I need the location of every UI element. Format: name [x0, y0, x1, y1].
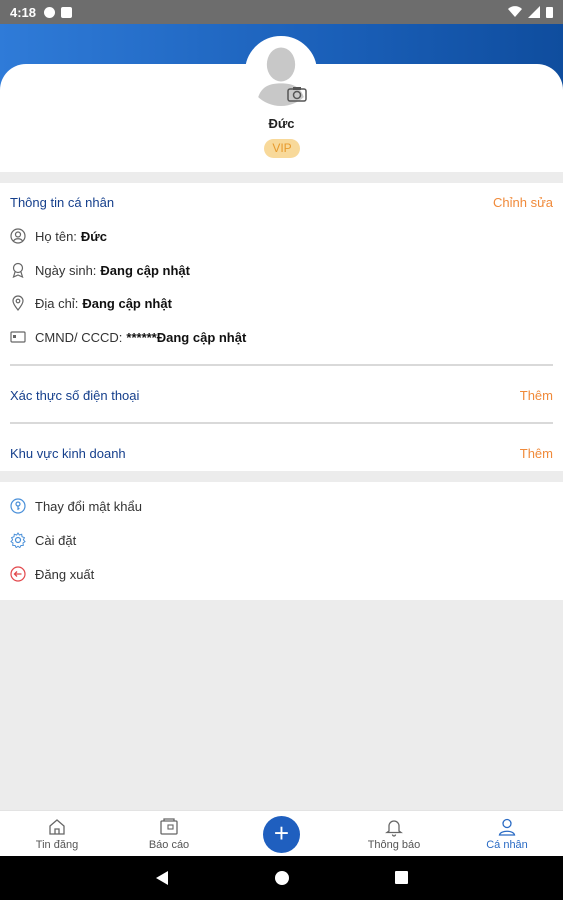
camera-icon[interactable]: [287, 86, 307, 102]
home-icon: [49, 819, 65, 835]
add-business-area-button[interactable]: Thêm: [520, 446, 553, 461]
business-area-row[interactable]: Khu vực kinh doanh Thêm: [10, 443, 553, 463]
nav-label: Tin đăng: [35, 839, 79, 851]
add-phone-button[interactable]: Thêm: [520, 388, 553, 403]
location-icon: [12, 295, 24, 311]
info-label: CMND/ CCCD:: [35, 329, 123, 345]
info-value: ******Đang cập nhật: [126, 329, 247, 345]
info-item-birthday: Ngày sinh: Đang cập nhật: [10, 260, 190, 280]
settings-label: Cài đặt: [35, 532, 77, 548]
report-icon: [160, 818, 178, 835]
user-circle-icon: [10, 228, 26, 244]
logout-item[interactable]: Đăng xuất: [10, 564, 94, 584]
signal-icon: [528, 6, 540, 18]
personal-info-section: Thông tin cá nhân Chỉnh sửa Họ tên: Đức …: [0, 183, 563, 471]
business-area-title: Khu vực kinh doanh: [10, 445, 126, 461]
phone-verify-title: Xác thực số điện thoại: [10, 387, 140, 403]
logout-label: Đăng xuất: [35, 566, 95, 582]
add-post-button[interactable]: +: [263, 816, 300, 853]
divider: [10, 422, 553, 424]
status-time: 4:18: [10, 4, 37, 20]
logout-icon: [10, 566, 26, 582]
vip-badge: VIP: [264, 139, 300, 158]
wifi-icon: [508, 6, 522, 18]
personal-info-header: Thông tin cá nhân Chỉnh sửa: [10, 192, 553, 212]
home-button-icon[interactable]: [275, 871, 289, 885]
nav-tin-dang[interactable]: Tin đăng: [17, 817, 97, 851]
nav-label: Thông báo: [367, 839, 421, 851]
info-label: Ngày sinh:: [35, 262, 97, 278]
nav-thong-bao[interactable]: Thông báo: [354, 817, 434, 851]
change-password-item[interactable]: Thay đổi mật khẩu: [10, 496, 142, 516]
info-label: Địa chỉ:: [35, 295, 79, 311]
phone-verify-row[interactable]: Xác thực số điện thoại Thêm: [10, 385, 553, 405]
notification-icon: [44, 6, 56, 18]
edit-button[interactable]: Chỉnh sửa: [493, 195, 553, 210]
key-icon: [10, 498, 26, 514]
bell-icon: [385, 820, 403, 837]
info-label: Họ tên:: [35, 228, 77, 244]
gear-icon: [10, 532, 26, 548]
nav-label: Cá nhân: [486, 839, 528, 851]
change-password-label: Thay đổi mật khẩu: [35, 498, 142, 514]
nav-bao-cao[interactable]: Báo cáo: [129, 817, 209, 851]
info-item-id-card: CMND/ CCCD: ******Đang cập nhật: [10, 327, 246, 347]
birthday-icon: [12, 262, 24, 278]
info-item-address: Địa chỉ: Đang cập nhật: [10, 293, 172, 313]
sd-card-icon: [61, 6, 73, 18]
divider: [10, 364, 553, 366]
settings-section: Thay đổi mật khẩu Cài đặt Đăng xuất: [0, 482, 563, 600]
info-value: Đức: [80, 228, 107, 244]
info-item-fullname: Họ tên: Đức: [10, 226, 107, 246]
info-value: Đang cập nhật: [100, 262, 190, 278]
id-card-icon: [10, 331, 26, 343]
user-name: Đức: [268, 116, 295, 131]
back-icon[interactable]: [156, 871, 168, 885]
nav-ca-nhan[interactable]: Cá nhân: [467, 817, 547, 851]
nav-label: Báo cáo: [148, 839, 190, 851]
system-nav-bar: [0, 856, 563, 900]
settings-item[interactable]: Cài đặt: [10, 530, 76, 550]
battery-icon: [546, 7, 553, 18]
info-value: Đang cập nhật: [82, 295, 172, 311]
person-icon: [498, 818, 516, 836]
status-bar: 4:18: [0, 0, 563, 24]
personal-info-title: Thông tin cá nhân: [10, 194, 115, 210]
recents-icon[interactable]: [395, 871, 408, 884]
